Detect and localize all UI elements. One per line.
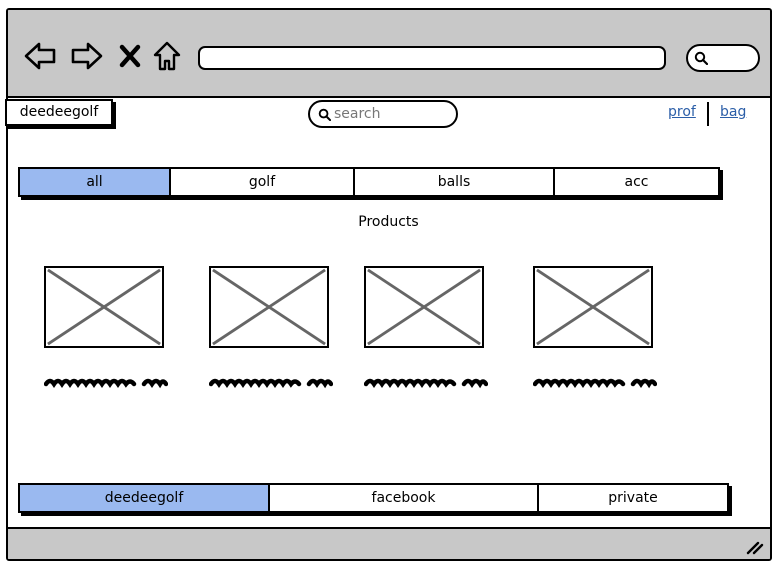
close-icon[interactable]	[118, 40, 142, 72]
back-arrow-icon[interactable]	[23, 40, 57, 72]
url-bar[interactable]	[198, 46, 666, 70]
product-card[interactable]	[43, 266, 169, 389]
search-icon	[318, 108, 331, 121]
tab-golf[interactable]: golf	[171, 169, 355, 195]
image-placeholder-icon[interactable]	[533, 266, 653, 348]
footer-item-facebook[interactable]: facebook	[270, 485, 539, 511]
products-heading: Products	[358, 214, 419, 230]
image-placeholder-icon[interactable]	[44, 266, 164, 348]
product-caption-scribble	[363, 374, 489, 389]
browser-search-field[interactable]	[686, 44, 760, 72]
bag-link[interactable]: bag	[720, 104, 746, 120]
product-caption-scribble	[43, 374, 169, 389]
product-card[interactable]	[532, 266, 658, 389]
image-placeholder-icon[interactable]	[209, 266, 329, 348]
site-logo[interactable]: deedeegolf	[5, 99, 113, 126]
link-divider	[707, 102, 709, 126]
footer-bar: deedeegolf facebook private	[18, 483, 729, 513]
tab-balls[interactable]: balls	[355, 169, 555, 195]
site-search[interactable]	[308, 100, 458, 128]
footer-item-deedeegolf[interactable]: deedeegolf	[20, 485, 270, 511]
profile-link[interactable]: prof	[668, 104, 696, 120]
browser-toolbar	[8, 10, 770, 98]
search-input[interactable]	[334, 104, 444, 124]
product-card[interactable]	[208, 266, 334, 389]
tab-all[interactable]: all	[20, 169, 171, 195]
search-icon	[694, 51, 708, 65]
image-placeholder-icon[interactable]	[364, 266, 484, 348]
product-caption-scribble	[532, 374, 658, 389]
status-bar	[8, 527, 770, 559]
footer-item-private[interactable]: private	[539, 485, 727, 511]
home-icon[interactable]	[151, 40, 183, 72]
tab-acc[interactable]: acc	[555, 169, 718, 195]
product-card[interactable]	[363, 266, 489, 389]
product-caption-scribble	[208, 374, 334, 389]
resize-grip-icon[interactable]	[746, 539, 764, 555]
forward-arrow-icon[interactable]	[70, 40, 104, 72]
category-tabs: all golf balls acc	[18, 167, 720, 197]
